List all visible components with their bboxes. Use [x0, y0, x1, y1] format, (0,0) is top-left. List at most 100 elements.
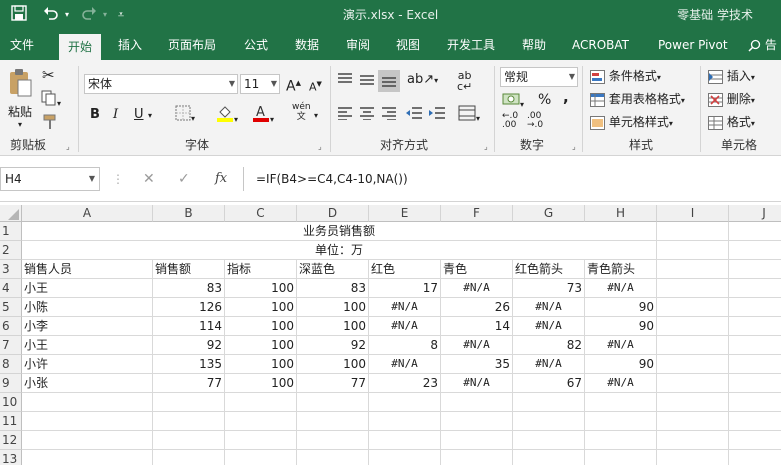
italic-button[interactable]: I: [113, 106, 118, 124]
cell-j4[interactable]: [729, 279, 781, 298]
data-cell[interactable]: #N/A: [369, 298, 441, 317]
data-cell[interactable]: #N/A: [369, 317, 441, 336]
header-cell[interactable]: 销售额: [153, 260, 225, 279]
column-header-g[interactable]: G: [513, 205, 585, 222]
cell-g13[interactable]: [513, 450, 585, 465]
cell-i5[interactable]: [657, 298, 729, 317]
header-cell[interactable]: 红色箭头: [513, 260, 585, 279]
cell-h4-selected[interactable]: #N/A: [585, 279, 657, 298]
data-cell[interactable]: 77: [153, 374, 225, 393]
data-cell[interactable]: 小李: [22, 317, 153, 336]
row-header-6[interactable]: 6: [0, 317, 22, 336]
cell-i7[interactable]: [657, 336, 729, 355]
insert-function-icon[interactable]: fx: [215, 167, 227, 191]
data-cell[interactable]: 82: [513, 336, 585, 355]
bold-button[interactable]: B: [90, 106, 100, 124]
merge-center-icon[interactable]: ▾: [458, 105, 480, 128]
align-left-icon[interactable]: [337, 106, 353, 125]
clipboard-launcher-icon[interactable]: ⌟: [66, 142, 70, 151]
cell-j8[interactable]: [729, 355, 781, 374]
cell-d13[interactable]: [297, 450, 369, 465]
cancel-icon[interactable]: ✕: [143, 167, 155, 191]
comma-style-button[interactable]: ,: [563, 88, 569, 106]
data-cell[interactable]: 8: [369, 336, 441, 355]
worksheet-grid[interactable]: ABCDEFGHIJ 1 2 3 4 5 6 7 8 9 10 11 12 13 业务员销售额 单位：万销…: [0, 202, 781, 465]
paste-dropdown-icon[interactable]: ▾: [6, 121, 34, 129]
data-cell[interactable]: 114: [153, 317, 225, 336]
cell-i1[interactable]: [657, 222, 729, 241]
cell-i8[interactable]: [657, 355, 729, 374]
phonetic-guide-icon[interactable]: wén 文: [292, 102, 311, 122]
cell-i12[interactable]: [657, 431, 729, 450]
data-cell[interactable]: #N/A: [441, 336, 513, 355]
tab-developer[interactable]: 开发工具: [443, 30, 499, 60]
data-cell[interactable]: #N/A: [513, 355, 585, 374]
cell-d10[interactable]: [297, 393, 369, 412]
cell-h12[interactable]: [585, 431, 657, 450]
cell-b11[interactable]: [153, 412, 225, 431]
data-cell[interactable]: 83: [153, 279, 225, 298]
cell-i10[interactable]: [657, 393, 729, 412]
cell-i4[interactable]: [657, 279, 729, 298]
insert-cells-button[interactable]: 插入▾: [708, 67, 755, 87]
tab-acrobat[interactable]: ACROBAT: [568, 30, 633, 60]
cell-b12[interactable]: [153, 431, 225, 450]
font-name-select[interactable]: 宋体 ▼: [84, 74, 238, 94]
grow-font-icon[interactable]: A▲: [286, 74, 301, 96]
row-header-2[interactable]: 2: [0, 241, 22, 260]
increase-decimal-icon[interactable]: ←.0.00: [502, 112, 518, 130]
column-header-b[interactable]: B: [153, 205, 225, 222]
copy-icon[interactable]: ▾: [41, 90, 61, 113]
column-header-e[interactable]: E: [369, 205, 441, 222]
cell-i2[interactable]: [657, 241, 729, 260]
cell-i9[interactable]: [657, 374, 729, 393]
data-cell[interactable]: 92: [297, 336, 369, 355]
align-middle-icon[interactable]: [359, 72, 375, 91]
enter-icon[interactable]: ✓: [178, 167, 190, 191]
row-header-5[interactable]: 5: [0, 298, 22, 317]
data-cell[interactable]: 92: [153, 336, 225, 355]
cell-i3[interactable]: [657, 260, 729, 279]
cell-g11[interactable]: [513, 412, 585, 431]
cell-j7[interactable]: [729, 336, 781, 355]
row-header-7[interactable]: 7: [0, 336, 22, 355]
data-cell[interactable]: 135: [153, 355, 225, 374]
header-cell[interactable]: 销售人员: [22, 260, 153, 279]
header-cell[interactable]: 红色: [369, 260, 441, 279]
data-cell[interactable]: 小张: [22, 374, 153, 393]
unit-cell[interactable]: 单位：万: [22, 241, 657, 260]
formula-input[interactable]: =IF(B4>=C4,C4-10,NA()): [243, 167, 781, 191]
column-header-i[interactable]: I: [657, 205, 729, 222]
cell-styles-button[interactable]: 单元格样式▾: [590, 113, 673, 133]
column-header-d[interactable]: D: [297, 205, 369, 222]
cell-a13[interactable]: [22, 450, 153, 465]
tab-review[interactable]: 审阅: [342, 30, 374, 60]
column-header-h[interactable]: H: [585, 205, 657, 222]
row-header-13[interactable]: 13: [0, 450, 22, 465]
number-launcher-icon[interactable]: ⌟: [572, 142, 576, 151]
cell-j12[interactable]: [729, 431, 781, 450]
column-header-f[interactable]: F: [441, 205, 513, 222]
data-cell[interactable]: 90: [585, 317, 657, 336]
cut-icon[interactable]: ✂: [42, 66, 55, 84]
align-top-icon[interactable]: [337, 72, 353, 91]
cell-c12[interactable]: [225, 431, 297, 450]
data-cell[interactable]: #N/A: [585, 374, 657, 393]
select-all-button[interactable]: [0, 205, 22, 222]
sheet-title-cell[interactable]: 业务员销售额: [22, 222, 657, 241]
phonetic-dropdown-icon[interactable]: ▾: [314, 107, 318, 125]
data-cell[interactable]: #N/A: [369, 355, 441, 374]
increase-indent-icon[interactable]: [428, 106, 446, 125]
align-center-icon[interactable]: [359, 106, 375, 125]
cell-d11[interactable]: [297, 412, 369, 431]
column-header-c[interactable]: C: [225, 205, 297, 222]
tab-power-pivot[interactable]: Power Pivot: [654, 30, 732, 60]
data-cell[interactable]: 90: [585, 355, 657, 374]
cell-f13[interactable]: [441, 450, 513, 465]
header-cell[interactable]: 深蓝色: [297, 260, 369, 279]
data-cell[interactable]: 35: [441, 355, 513, 374]
orientation-icon[interactable]: ab↗▾: [407, 71, 438, 90]
row-header-8[interactable]: 8: [0, 355, 22, 374]
header-cell[interactable]: 青色: [441, 260, 513, 279]
shrink-font-icon[interactable]: A▼: [309, 75, 322, 97]
